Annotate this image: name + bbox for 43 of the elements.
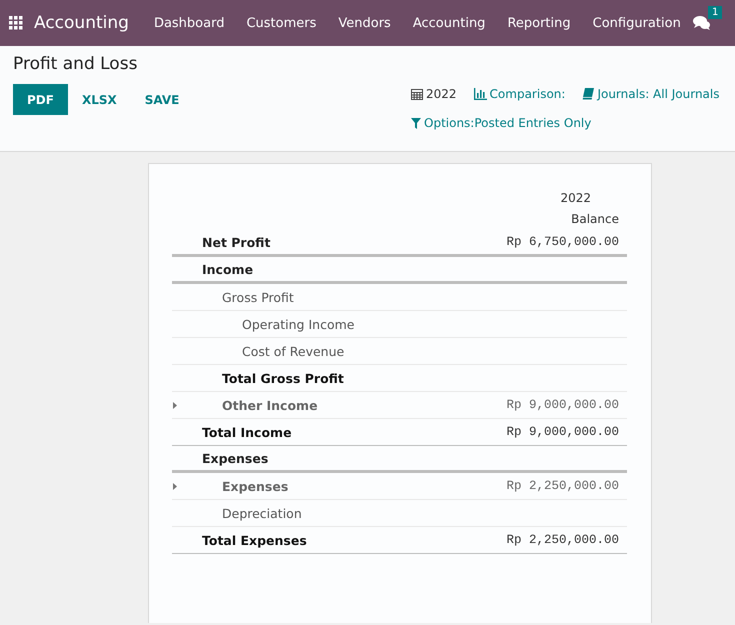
menu-item[interactable]: Reporting (496, 16, 582, 30)
menu-item[interactable]: Accounting (402, 16, 496, 30)
calendar-icon (411, 88, 423, 100)
menu-item[interactable]: Vendors (327, 16, 402, 30)
menu-item[interactable]: Customers (235, 16, 328, 30)
export-button[interactable]: SAVE (130, 84, 194, 115)
chat-icon[interactable] (693, 15, 711, 31)
filter-dropdown[interactable]: Journals: All Journals (582, 85, 720, 103)
menu-item[interactable]: Dashboard (142, 16, 236, 30)
filter-dropdown[interactable]: Options:Posted Entries Only (411, 114, 592, 132)
total-label: Total Gross Profit (222, 370, 344, 386)
column-header: Balance (571, 211, 619, 228)
bar-chart-icon (474, 88, 487, 100)
section-heading: Expenses (202, 450, 268, 466)
account-name[interactable]: Expenses (222, 478, 288, 494)
page-title: Profit and Loss (13, 54, 138, 74)
total-label: Total Income (202, 424, 292, 440)
total-label: Total Expenses (202, 532, 307, 548)
export-button[interactable]: XLSX (68, 84, 131, 115)
account-name[interactable]: Other Income (222, 398, 318, 412)
amount: Rp 9,000,000.00 (506, 425, 620, 439)
line-label: Depreciation (222, 506, 302, 520)
export-button[interactable]: PDF (13, 84, 68, 115)
filter-dropdown[interactable]: 2022 (411, 85, 457, 103)
message-count: 1 (708, 6, 722, 19)
book-icon (582, 88, 594, 100)
line-label: Operating Income (242, 316, 354, 332)
amount: Rp 2,250,000.00 (506, 479, 620, 493)
apps-menu-icon[interactable] (9, 16, 23, 30)
expand-caret-icon[interactable] (173, 483, 177, 490)
expand-caret-icon[interactable] (173, 402, 177, 409)
filter-dropdown[interactable]: Comparison: (474, 85, 566, 103)
menu-item[interactable]: Configuration (582, 16, 692, 30)
amount: Rp 2,250,000.00 (506, 533, 620, 547)
line-label: Cost of Revenue (242, 344, 344, 358)
line-label: Gross Profit (222, 290, 294, 304)
column-period: 2022 (560, 190, 591, 207)
section-heading: Net Profit (202, 234, 270, 250)
app-name: Accounting (34, 13, 129, 33)
amount: Rp 9,000,000.00 (506, 398, 620, 412)
filter-icon (411, 118, 421, 128)
amount: Rp 6,750,000.00 (506, 235, 620, 249)
section-heading: Income (202, 262, 254, 276)
